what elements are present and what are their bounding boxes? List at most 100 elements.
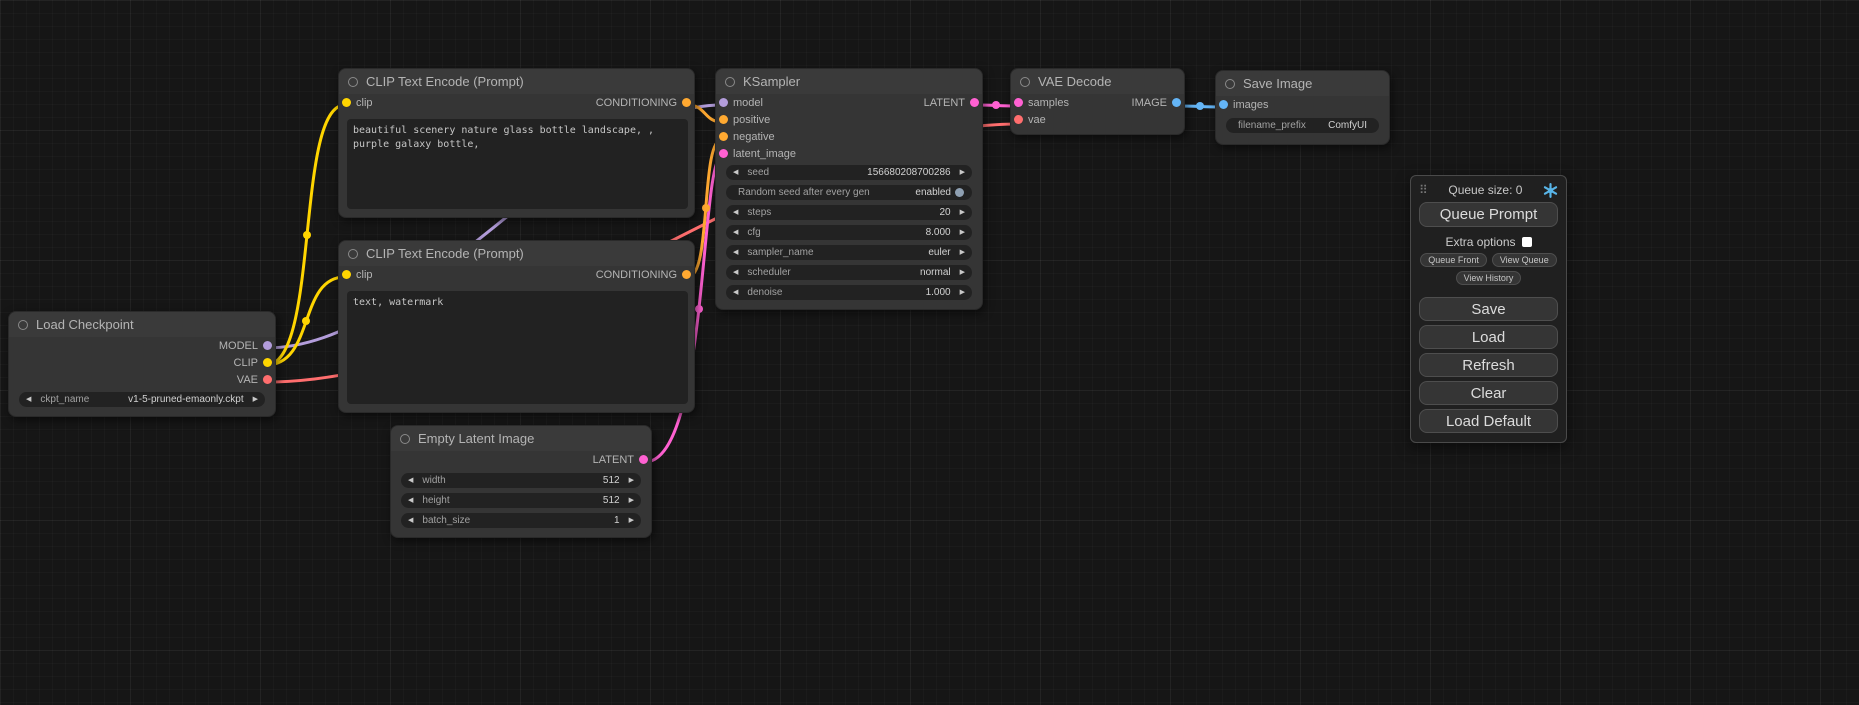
model-port-icon[interactable] (719, 98, 728, 107)
node-load-checkpoint[interactable]: Load Checkpoint MODEL CLIP VAE ◀ ckpt_na… (8, 311, 276, 417)
arrow-right-icon[interactable]: ▶ (960, 169, 965, 176)
arrow-right-icon[interactable]: ▶ (629, 497, 634, 504)
conditioning-port-icon[interactable] (682, 98, 691, 107)
load-button[interactable]: Load (1419, 325, 1558, 349)
node-titlebar[interactable]: CLIP Text Encode (Prompt) (339, 69, 694, 94)
view-queue-button[interactable]: View Queue (1492, 253, 1557, 267)
view-history-button[interactable]: View History (1456, 271, 1522, 285)
widget-ckpt-name[interactable]: ◀ ckpt_name v1-5-pruned-emaonly.ckpt ▶ (19, 392, 265, 407)
image-port-icon[interactable] (1172, 98, 1181, 107)
output-slot-model[interactable]: MODEL (219, 340, 272, 352)
collapse-dot-icon[interactable] (725, 77, 735, 87)
node-titlebar[interactable]: Save Image (1216, 71, 1389, 96)
widget-batch-size[interactable]: ◀ batch_size 1 ▶ (401, 513, 641, 528)
collapse-dot-icon[interactable] (348, 249, 358, 259)
arrow-right-icon[interactable]: ▶ (960, 229, 965, 236)
output-slot-latent[interactable]: LATENT (924, 97, 979, 109)
node-empty-latent-image[interactable]: Empty Latent Image LATENT ◀ width 512 ▶ … (390, 425, 652, 538)
arrow-left-icon[interactable]: ◀ (733, 169, 738, 176)
input-slot-samples[interactable]: samples (1014, 97, 1069, 109)
conditioning-port-icon[interactable] (682, 270, 691, 279)
queue-front-button[interactable]: Queue Front (1420, 253, 1487, 267)
node-vae-decode[interactable]: VAE Decode samples IMAGE vae (1010, 68, 1185, 135)
drag-handle-icon[interactable]: ⠿ (1419, 183, 1428, 197)
conditioning-port-icon[interactable] (719, 115, 728, 124)
arrow-right-icon[interactable]: ▶ (629, 517, 634, 524)
widget-sampler-name[interactable]: ◀ sampler_name euler ▶ (726, 245, 972, 260)
node-save-image[interactable]: Save Image images filename_prefix ComfyU… (1215, 70, 1390, 145)
collapse-dot-icon[interactable] (348, 77, 358, 87)
vae-port-icon[interactable] (263, 375, 272, 384)
output-slot-clip[interactable]: CLIP (234, 357, 272, 369)
input-slot-negative[interactable]: negative (719, 131, 775, 143)
load-default-button[interactable]: Load Default (1419, 409, 1558, 433)
latent-port-icon[interactable] (639, 455, 648, 464)
node-titlebar[interactable]: VAE Decode (1011, 69, 1184, 94)
clip-port-icon[interactable] (342, 98, 351, 107)
output-slot-vae[interactable]: VAE (237, 374, 272, 386)
clip-port-icon[interactable] (342, 270, 351, 279)
arrow-left-icon[interactable]: ◀ (733, 289, 738, 296)
node-titlebar[interactable]: Load Checkpoint (9, 312, 275, 337)
node-graph-canvas[interactable]: Load Checkpoint MODEL CLIP VAE ◀ ckpt_na… (0, 0, 1859, 705)
input-slot-vae[interactable]: vae (1014, 114, 1046, 126)
positive-prompt-textarea[interactable]: beautiful scenery nature glass bottle la… (347, 119, 688, 209)
widget-cfg[interactable]: ◀ cfg 8.000 ▶ (726, 225, 972, 240)
arrow-left-icon[interactable]: ◀ (733, 229, 738, 236)
arrow-left-icon[interactable]: ◀ (733, 269, 738, 276)
vae-port-icon[interactable] (1014, 115, 1023, 124)
widget-random-seed-toggle[interactable]: Random seed after every gen enabled (726, 185, 972, 200)
arrow-right-icon[interactable]: ▶ (960, 249, 965, 256)
output-slot-image[interactable]: IMAGE (1132, 97, 1181, 109)
node-titlebar[interactable]: Empty Latent Image (391, 426, 651, 451)
widget-filename-prefix[interactable]: filename_prefix ComfyUI (1226, 118, 1379, 133)
input-slot-clip[interactable]: clip (342, 269, 373, 281)
clip-port-icon[interactable] (263, 358, 272, 367)
arrow-left-icon[interactable]: ◀ (408, 497, 413, 504)
arrow-right-icon[interactable]: ▶ (629, 477, 634, 484)
image-port-icon[interactable] (1219, 100, 1228, 109)
node-titlebar[interactable]: CLIP Text Encode (Prompt) (339, 241, 694, 266)
arrow-left-icon[interactable]: ◀ (733, 209, 738, 216)
input-slot-model[interactable]: model (719, 97, 763, 109)
input-slot-latent-image[interactable]: latent_image (719, 148, 796, 160)
arrow-left-icon[interactable]: ◀ (408, 517, 413, 524)
node-clip-text-encode-negative[interactable]: CLIP Text Encode (Prompt) clip CONDITION… (338, 240, 695, 413)
conditioning-port-icon[interactable] (719, 132, 728, 141)
extra-options-checkbox[interactable] (1522, 237, 1532, 247)
node-ksampler[interactable]: KSampler model LATENT positive negative (715, 68, 983, 310)
output-slot-latent[interactable]: LATENT (593, 454, 648, 466)
save-button[interactable]: Save (1419, 297, 1558, 321)
arrow-left-icon[interactable]: ◀ (408, 477, 413, 484)
queue-prompt-button[interactable]: Queue Prompt (1419, 202, 1558, 227)
refresh-button[interactable]: Refresh (1419, 353, 1558, 377)
collapse-dot-icon[interactable] (1020, 77, 1030, 87)
input-slot-positive[interactable]: positive (719, 114, 770, 126)
output-slot-conditioning[interactable]: CONDITIONING (596, 97, 691, 109)
comfy-menu-panel[interactable]: ⠿ Queue size: 0 Queue Prompt Extra optio… (1410, 175, 1567, 443)
collapse-dot-icon[interactable] (1225, 79, 1235, 89)
arrow-right-icon[interactable]: ▶ (960, 289, 965, 296)
latent-port-icon[interactable] (1014, 98, 1023, 107)
widget-seed[interactable]: ◀ seed 156680208700286 ▶ (726, 165, 972, 180)
arrow-right-icon[interactable]: ▶ (253, 396, 258, 403)
model-port-icon[interactable] (263, 341, 272, 350)
widget-denoise[interactable]: ◀ denoise 1.000 ▶ (726, 285, 972, 300)
input-slot-images[interactable]: images (1219, 99, 1268, 111)
negative-prompt-textarea[interactable]: text, watermark (347, 291, 688, 404)
widget-scheduler[interactable]: ◀ scheduler normal ▶ (726, 265, 972, 280)
node-titlebar[interactable]: KSampler (716, 69, 982, 94)
latent-port-icon[interactable] (970, 98, 979, 107)
arrow-left-icon[interactable]: ◀ (26, 396, 31, 403)
input-slot-clip[interactable]: clip (342, 97, 373, 109)
arrow-right-icon[interactable]: ▶ (960, 209, 965, 216)
collapse-dot-icon[interactable] (400, 434, 410, 444)
widget-steps[interactable]: ◀ steps 20 ▶ (726, 205, 972, 220)
widget-height[interactable]: ◀ height 512 ▶ (401, 493, 641, 508)
clear-button[interactable]: Clear (1419, 381, 1558, 405)
arrow-right-icon[interactable]: ▶ (960, 269, 965, 276)
collapse-dot-icon[interactable] (18, 320, 28, 330)
arrow-left-icon[interactable]: ◀ (733, 249, 738, 256)
output-slot-conditioning[interactable]: CONDITIONING (596, 269, 691, 281)
latent-port-icon[interactable] (719, 149, 728, 158)
